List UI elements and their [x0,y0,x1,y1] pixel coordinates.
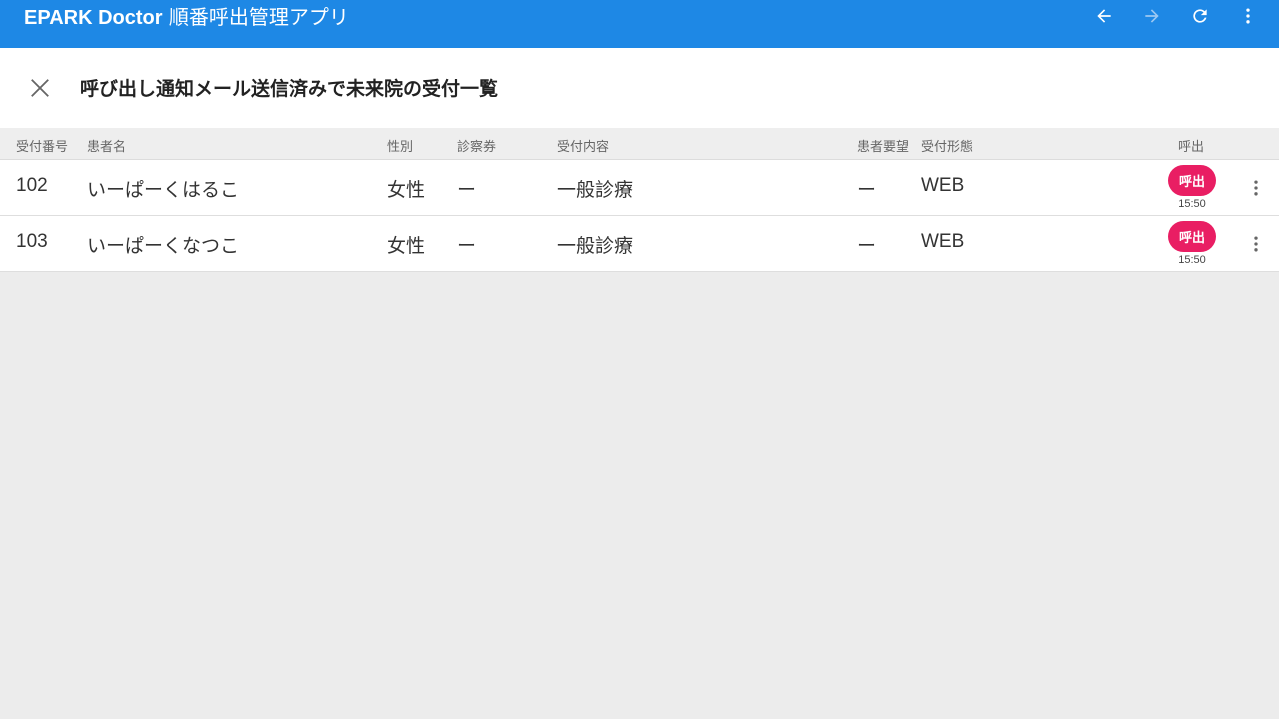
call-time: 15:50 [1178,254,1206,266]
row-menu-button[interactable] [1244,176,1268,200]
header-sex: 性別 [387,140,414,155]
table-body: 102 いーぱーくはるこ 女性 ー 一般診療 ー WEB 呼出 15:50 10… [0,160,1279,272]
cell-number: 102 [16,175,48,196]
header-number: 受付番号 [16,140,69,155]
table-row[interactable]: 103 いーぱーくなつこ 女性 ー 一般診療 ー WEB 呼出 15:50 [0,216,1279,272]
forward-button[interactable] [1138,2,1166,30]
header-patient: 患者名 [87,140,127,155]
refresh-button[interactable] [1186,2,1214,30]
close-button[interactable] [22,70,58,106]
table-header: 受付番号 患者名 性別 診察券 受付内容 患者要望 受付形態 呼出 [0,128,1279,160]
table-row[interactable]: 102 いーぱーくはるこ 女性 ー 一般診療 ー WEB 呼出 15:50 [0,160,1279,216]
app-bar: EPARK Doctor 順番呼出管理アプリ [0,0,1279,48]
cell-type: WEB [921,231,965,252]
cell-sex: 女性 [387,179,426,201]
cell-patient: いーぱーくなつこ [87,235,240,257]
back-button[interactable] [1090,2,1118,30]
app-brand: EPARK Doctor [24,7,163,29]
header-call: 呼出 [1178,140,1205,155]
dialog-title: 呼び出し通知メール送信済みで未来院の受付一覧 [80,78,499,100]
row-menu-button[interactable] [1244,232,1268,256]
cell-ticket: ー [457,235,477,257]
cell-ticket: ー [457,179,477,201]
refresh-icon [1193,9,1207,23]
cell-content: 一般診療 [557,179,634,201]
cell-type: WEB [921,175,965,196]
cell-request: ー [857,235,877,257]
app-menu-button[interactable] [1234,2,1262,30]
more-vert-icon [1246,8,1250,24]
header-type: 受付形態 [921,140,974,155]
arrow-right-icon [1145,9,1159,23]
app-title-suffix: 順番呼出管理アプリ [168,5,349,29]
call-time: 15:50 [1178,198,1206,210]
cell-sex: 女性 [387,235,426,257]
app-title: EPARK Doctor 順番呼出管理アプリ [24,4,349,31]
cell-number: 103 [16,231,48,252]
call-button[interactable]: 呼出 [1168,165,1216,196]
cell-content: 一般診療 [557,235,634,257]
more-vert-icon [1254,180,1258,196]
cell-patient: いーぱーくはるこ [87,179,240,201]
dialog-header: 呼び出し通知メール送信済みで未来院の受付一覧 [0,48,1279,128]
header-content: 受付内容 [557,140,610,155]
arrow-left-icon [1097,9,1111,23]
cell-request: ー [857,179,877,201]
call-button[interactable]: 呼出 [1168,221,1216,252]
close-icon [31,79,49,97]
more-vert-icon [1254,236,1258,252]
header-request: 患者要望 [857,140,910,155]
header-ticket: 診察券 [457,140,497,155]
